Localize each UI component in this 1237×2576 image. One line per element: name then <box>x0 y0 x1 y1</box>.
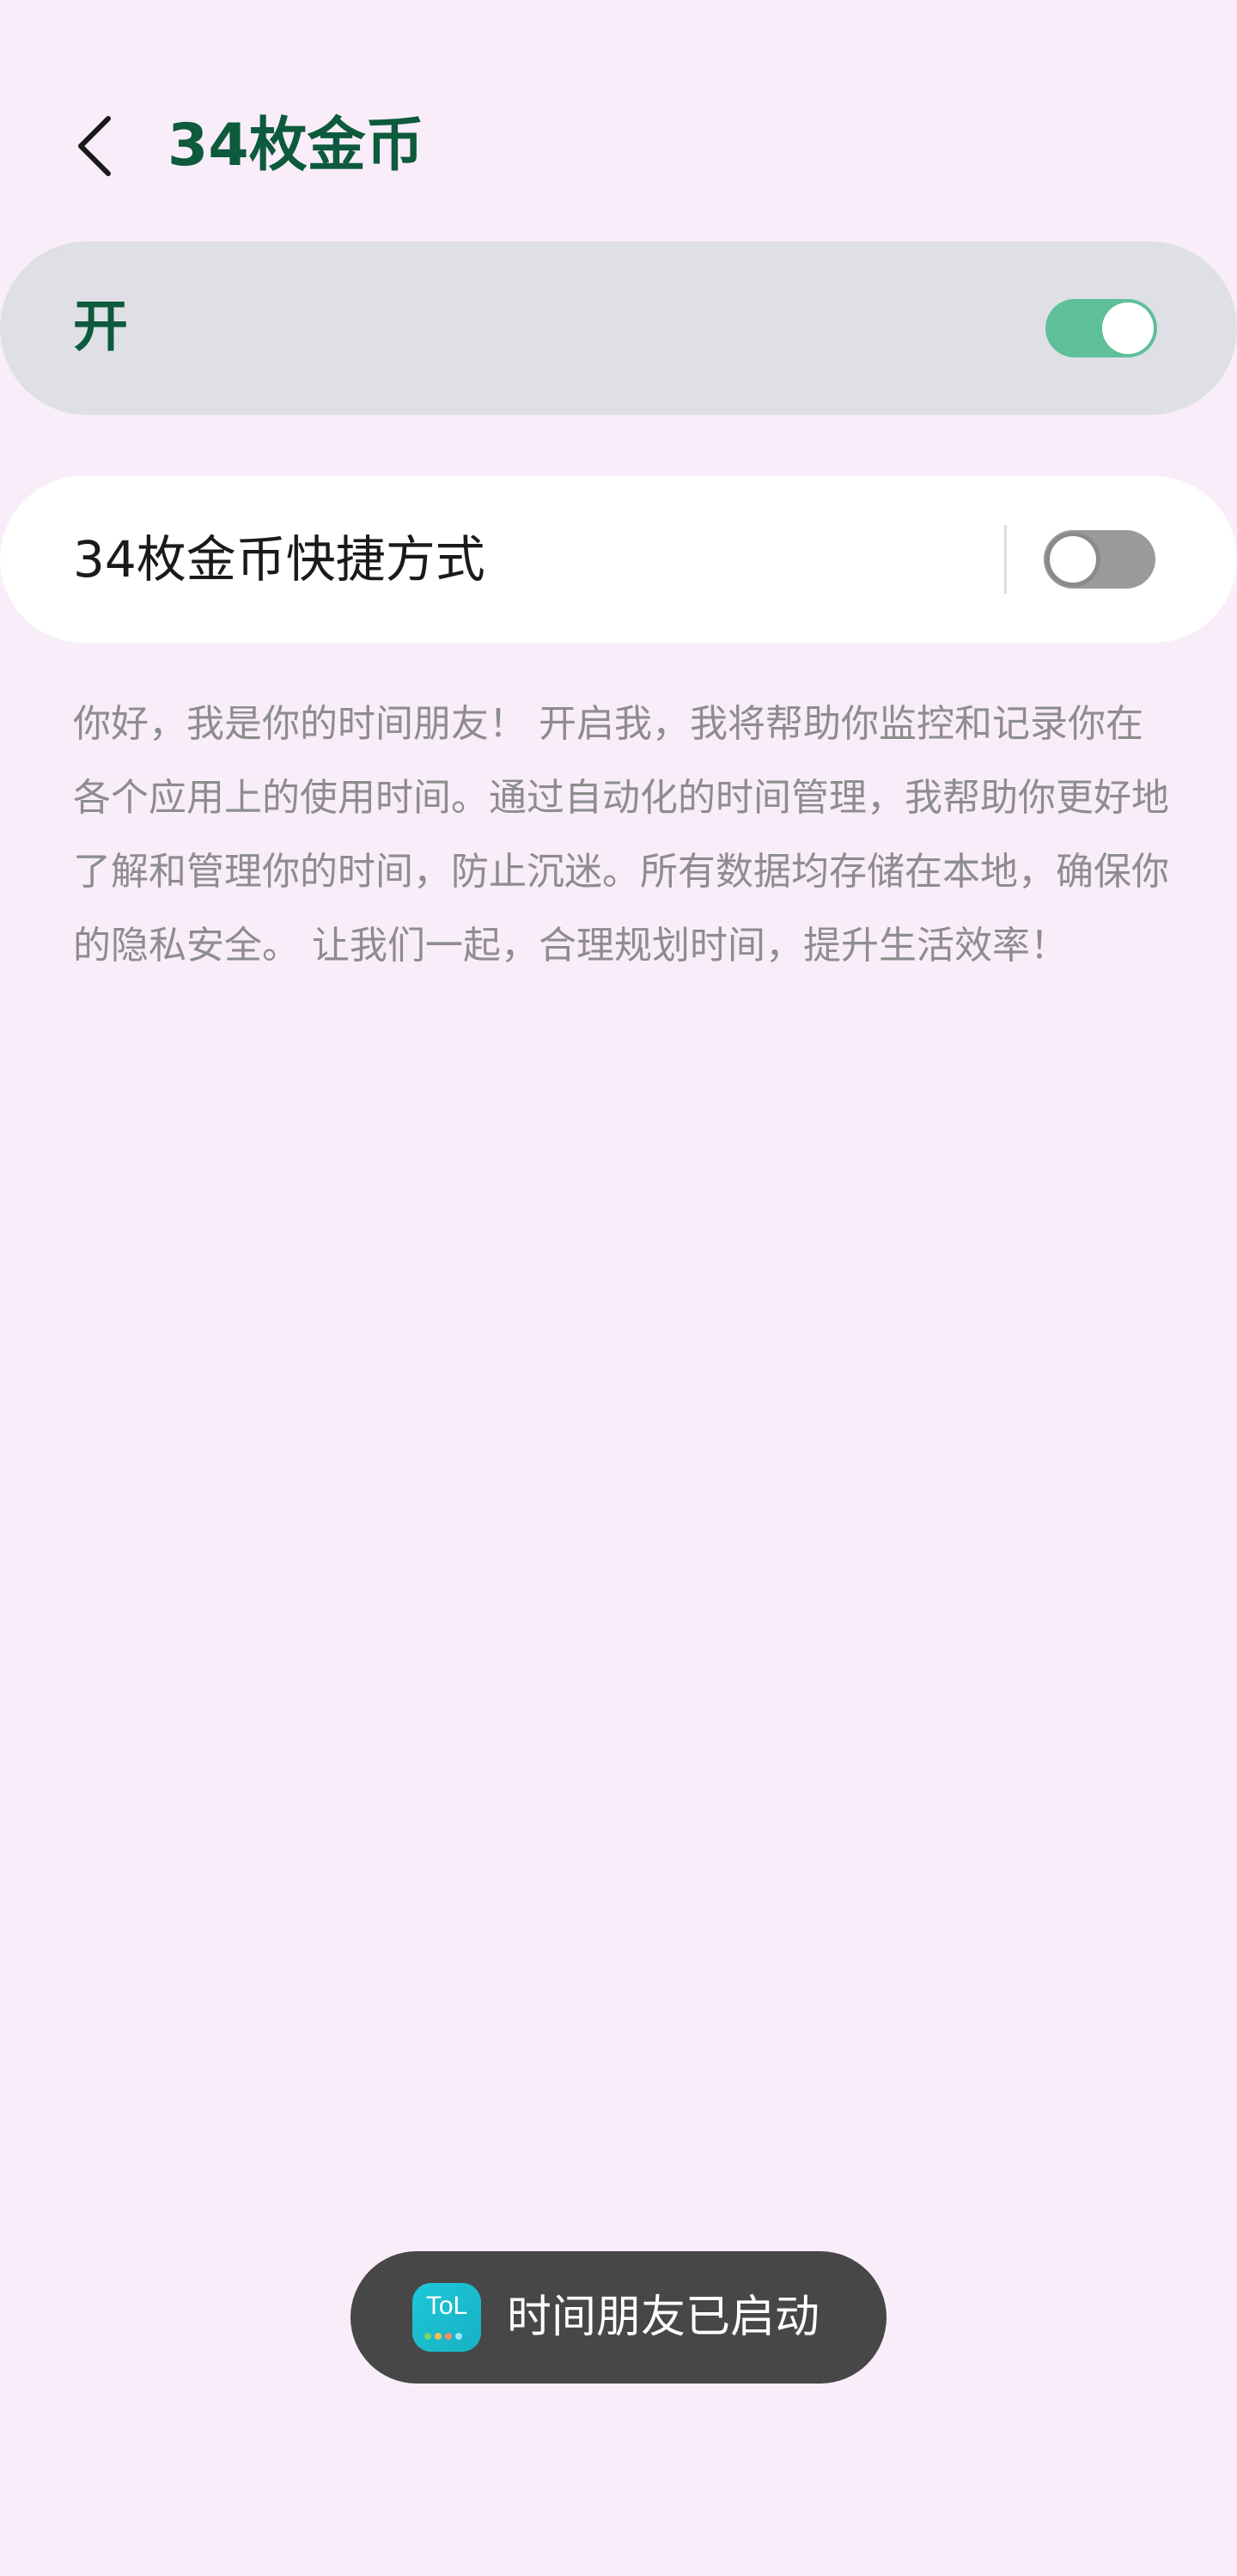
app-header: 34枚金币 <box>0 95 1237 198</box>
shortcut-label: 34枚金币快捷方式 <box>73 530 485 589</box>
shortcut-row[interactable]: 34枚金币快捷方式 <box>0 476 1237 643</box>
chevron-left-icon <box>78 116 111 176</box>
toggle-knob <box>1045 532 1100 587</box>
toast-notification: ToL 时间朋友已启动 <box>350 2251 887 2384</box>
master-switch-label: 开 <box>73 296 128 359</box>
back-button[interactable] <box>60 112 129 180</box>
app-icon-dots <box>424 2333 469 2340</box>
toast-message: 时间朋友已启动 <box>507 2292 820 2343</box>
shortcut-toggle[interactable] <box>1044 530 1155 589</box>
description-text: 你好，我是你的时间朋友！ 开启我，我将帮助你监控和记录你在各个应用上的使用时间。… <box>73 702 1169 968</box>
master-toggle[interactable] <box>1045 299 1157 357</box>
row-divider <box>1004 525 1007 594</box>
app-icon: ToL <box>412 2283 481 2352</box>
page-title: 34枚金币 <box>168 112 424 180</box>
toggle-knob <box>1102 302 1154 354</box>
app-icon-label: ToL <box>425 2292 468 2320</box>
master-switch-row[interactable]: 开 <box>0 241 1237 415</box>
